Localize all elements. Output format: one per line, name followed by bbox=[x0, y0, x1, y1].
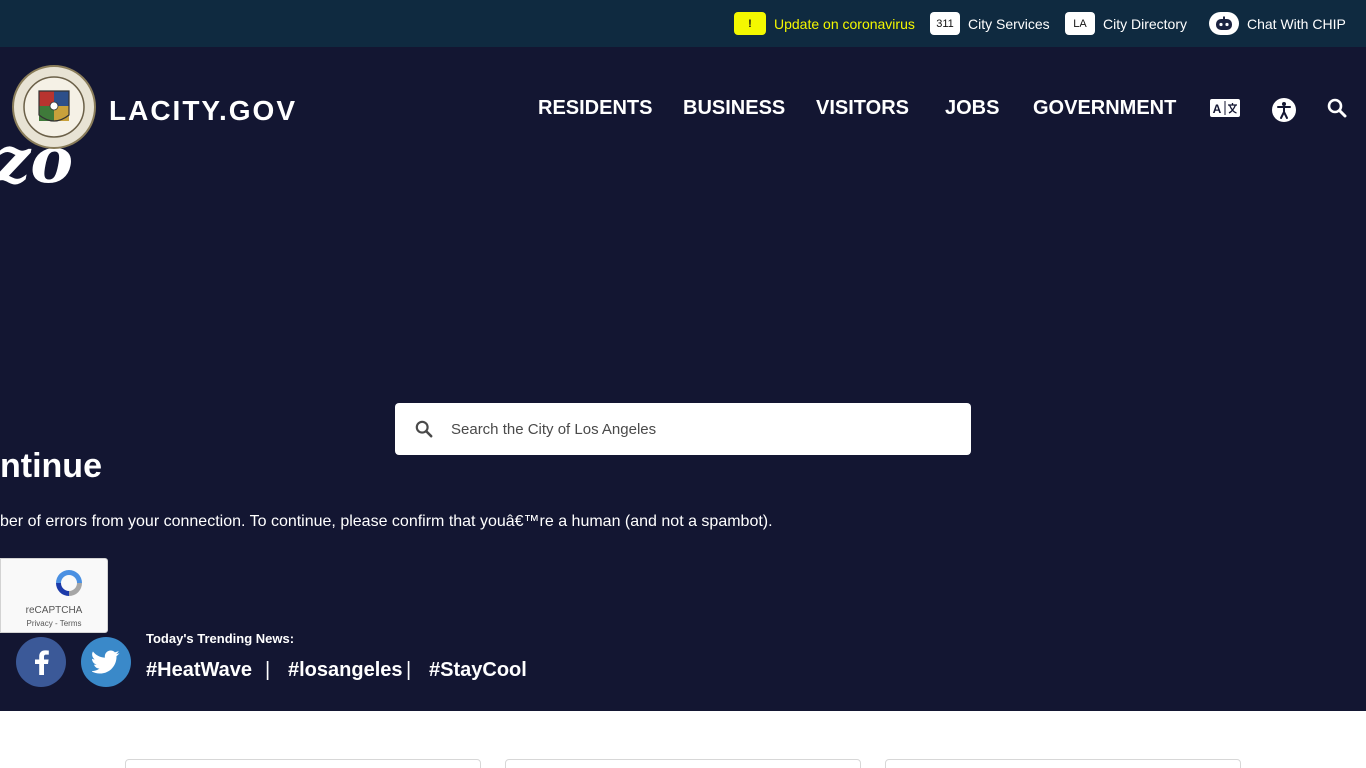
trending-news-label: Today's Trending News: bbox=[146, 631, 295, 646]
nav-business[interactable]: BUSINESS bbox=[683, 97, 785, 120]
svg-text:A: A bbox=[1213, 102, 1222, 116]
content-card[interactable] bbox=[125, 759, 481, 768]
chatbot-icon bbox=[1209, 12, 1239, 35]
utility-bar: ! Update on coronavirus 311 City Service… bbox=[0, 0, 1366, 47]
twitter-icon bbox=[92, 650, 120, 674]
trending-separator: | bbox=[265, 659, 271, 681]
error-message: ber of errors from your connection. To c… bbox=[0, 513, 773, 530]
city-search-box bbox=[395, 403, 971, 455]
site-brand[interactable]: LACITY.GOV bbox=[109, 95, 297, 127]
nav-jobs[interactable]: JOBS bbox=[945, 97, 999, 120]
trending-separator: | bbox=[406, 659, 412, 681]
chat-with-chip-label: Chat With CHIP bbox=[1247, 15, 1346, 32]
coronavirus-update-link[interactable]: ! Update on coronavirus bbox=[734, 12, 915, 35]
translate-icon[interactable]: A bbox=[1209, 97, 1241, 119]
coronavirus-update-label: Update on coronavirus bbox=[774, 15, 915, 32]
facebook-icon bbox=[35, 650, 49, 675]
nav-residents[interactable]: RESIDENTS bbox=[538, 97, 652, 120]
accessibility-icon[interactable] bbox=[1271, 97, 1297, 123]
city-services-link[interactable]: 311 City Services bbox=[930, 12, 1050, 35]
search-input[interactable] bbox=[451, 403, 951, 455]
nav-visitors[interactable]: VISITORS bbox=[816, 97, 909, 120]
search-icon[interactable] bbox=[1326, 97, 1348, 119]
311-icon: 311 bbox=[930, 12, 960, 35]
alert-icon: ! bbox=[734, 12, 766, 35]
recaptcha-links[interactable]: Privacy - Terms bbox=[1, 619, 107, 628]
trending-tag-heatwave[interactable]: #HeatWave bbox=[146, 659, 252, 682]
recaptcha-widget[interactable]: reCAPTCHA Privacy - Terms bbox=[0, 558, 108, 633]
trending-tag-staycool[interactable]: #StayCool bbox=[429, 659, 527, 682]
la-icon: LA bbox=[1065, 12, 1095, 35]
recaptcha-label: reCAPTCHA bbox=[25, 605, 83, 616]
trending-tag-losangeles[interactable]: #losangeles bbox=[288, 659, 403, 682]
search-icon[interactable] bbox=[415, 420, 433, 443]
content-card[interactable] bbox=[505, 759, 861, 768]
chat-with-chip-link[interactable]: Chat With CHIP bbox=[1209, 12, 1346, 35]
hero-section: zo LACITY.GOV RESIDENTS BUSINESS VISITOR… bbox=[0, 47, 1366, 711]
twitter-button[interactable] bbox=[81, 637, 131, 687]
error-title: ntinue bbox=[0, 447, 102, 485]
city-directory-link[interactable]: LA City Directory bbox=[1065, 12, 1187, 35]
content-card[interactable] bbox=[885, 759, 1241, 768]
recaptcha-icon bbox=[53, 567, 85, 604]
city-directory-label: City Directory bbox=[1103, 15, 1188, 32]
facebook-button[interactable] bbox=[16, 637, 66, 687]
nav-government[interactable]: GOVERNMENT bbox=[1033, 97, 1176, 120]
city-services-label: City Services bbox=[968, 15, 1050, 32]
city-seal-logo[interactable] bbox=[12, 65, 96, 149]
